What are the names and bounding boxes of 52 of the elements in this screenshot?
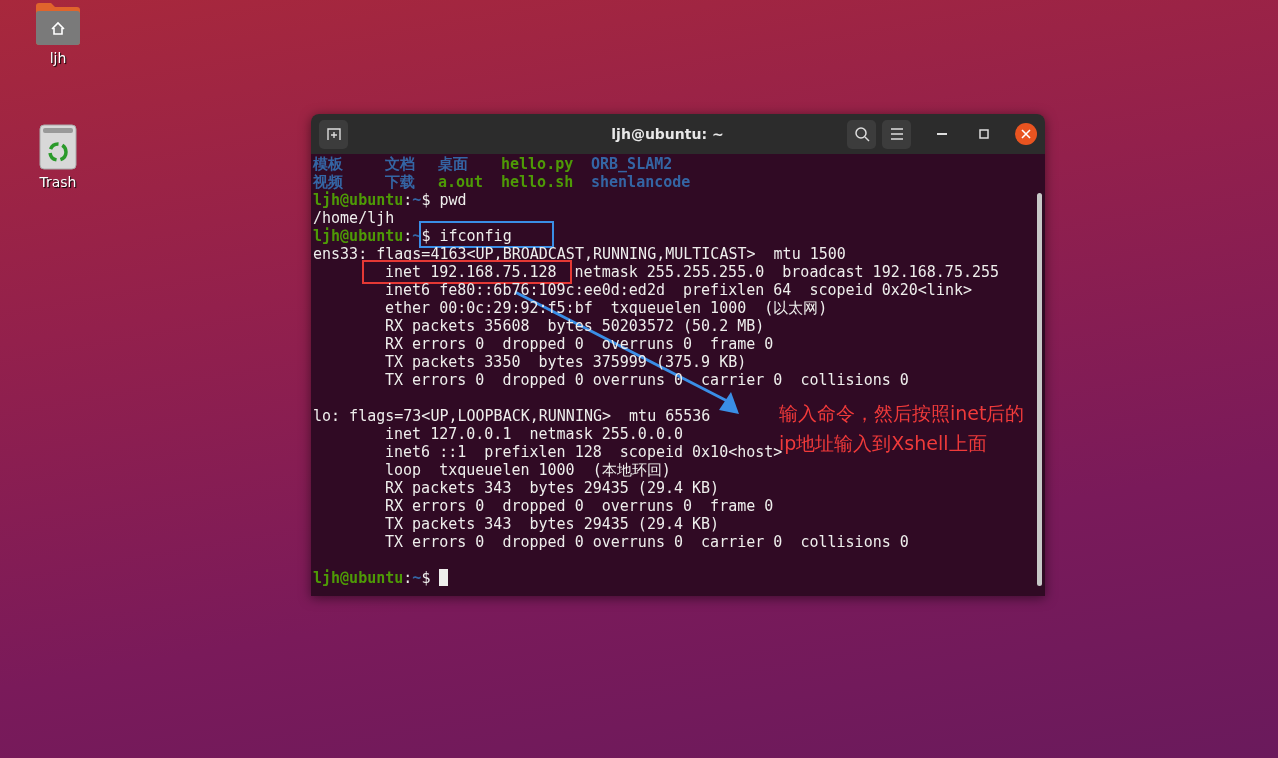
directory-name: 文档 <box>385 155 416 173</box>
terminal-text: TX packets 343 bytes 29435 (29.4 KB) <box>385 515 720 533</box>
search-icon <box>853 126 870 142</box>
new-tab-button[interactable] <box>319 119 348 149</box>
terminal-text: inet 127.0.0.1 netmask 255.0.0.0 <box>385 425 683 443</box>
close-icon <box>1021 129 1031 139</box>
prompt-user: ljh@ubuntu <box>313 191 404 209</box>
home-folder-icon[interactable] <box>34 2 82 46</box>
terminal-text: $ <box>421 569 431 587</box>
terminal-text: : <box>403 569 413 587</box>
file-name: hello.py <box>501 155 575 173</box>
terminal-text: TX errors 0 dropped 0 overruns 0 carrier 0 collisions 0 <box>385 533 909 551</box>
directory-name: shenlancode <box>591 173 692 191</box>
directory-name: ORB_SLAM2 <box>591 155 674 173</box>
prompt-path: ~ <box>412 569 422 587</box>
annotation-note: 输入命令，然后按照inet后的 ip地址输入到Xshell上面 <box>779 401 1025 454</box>
scrollbar-thumb[interactable] <box>1036 193 1042 586</box>
directory-name: 桌面 <box>438 155 469 173</box>
terminal-text: netmask 255.255.255.0 broadcast 192.168.75.255 <box>574 263 1000 281</box>
icon-label: ljh <box>49 50 67 66</box>
terminal-text: RX packets 343 bytes 29435 (29.4 KB) <box>385 479 720 497</box>
file-name: hello.sh <box>501 173 575 191</box>
terminal-text: TX packets 3350 bytes 375999 (375.9 KB) <box>385 353 747 371</box>
terminal-text: $ ifconfig <box>421 227 512 245</box>
terminal-text: $ pwd <box>421 191 467 209</box>
prompt-user: ljh@ubuntu <box>313 569 404 587</box>
terminal-text: lo: flags=73<UP,LOOPBACK,RUNNING> mtu 65536 <box>313 407 711 425</box>
new-tab-icon <box>325 126 342 142</box>
directory-name: 下载 <box>385 173 416 191</box>
terminal-text: loop txqueuelen 1000 (本地环回) <box>385 461 671 479</box>
terminal-text: ens33: flags=4163<UP,BROADCAST,RUNNING,MULTICAST> mtu 1500 <box>313 245 846 263</box>
terminal-text: : <box>403 227 413 245</box>
prompt-user: ljh@ubuntu <box>313 227 404 245</box>
icon-label: Trash <box>39 174 77 190</box>
file-name: a.out <box>438 173 485 191</box>
terminal-text: inet6 fe80::6b76:109c:ee0d:ed2d prefixlen 64 scopeid 0x20<link> <box>385 281 972 299</box>
menu-icon <box>889 128 904 140</box>
search-button[interactable] <box>847 119 876 149</box>
terminal-text: TX errors 0 dropped 0 overruns 0 carrier 0 collisions 0 <box>385 371 909 389</box>
terminal-text: : <box>403 191 413 209</box>
terminal-text: inet 192.168.75.128 <box>385 263 557 281</box>
minimize-icon <box>937 133 947 135</box>
trash-icon[interactable] <box>39 124 77 170</box>
menu-button[interactable] <box>882 119 911 149</box>
window-title: ljh@ubuntu: ~ <box>610 126 725 142</box>
prompt-path: ~ <box>412 191 422 209</box>
directory-name: 视频 <box>313 173 344 191</box>
terminal-text: RX errors 0 dropped 0 overruns 0 frame 0 <box>385 497 774 515</box>
terminal-text: /home/ljh <box>313 209 395 227</box>
directory-name: 模板 <box>313 155 344 173</box>
close-button[interactable] <box>1015 123 1037 145</box>
maximize-icon <box>979 129 989 139</box>
